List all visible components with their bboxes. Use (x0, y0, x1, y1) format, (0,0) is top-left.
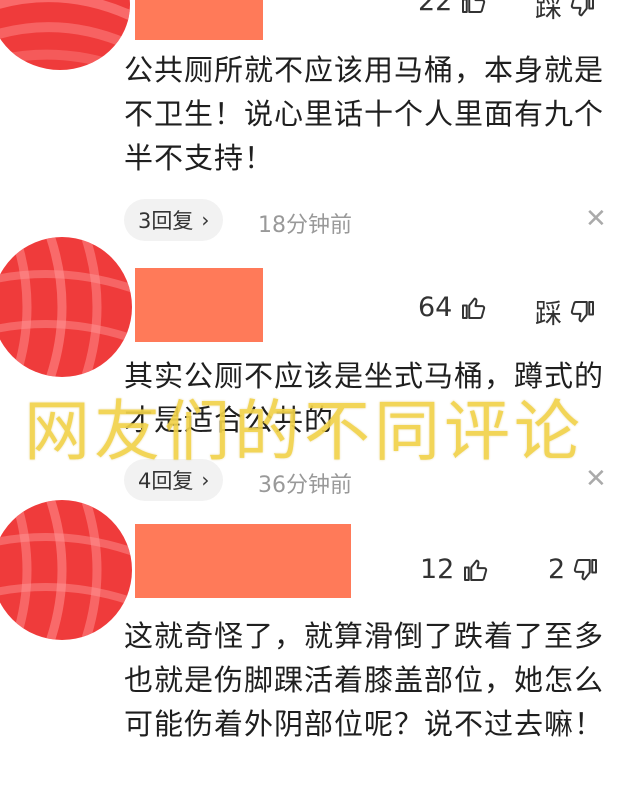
username[interactable] (135, 524, 351, 598)
like-button[interactable]: 22 (418, 0, 488, 17)
username[interactable] (135, 268, 263, 342)
chevron-right-icon: › (201, 208, 210, 232)
timestamp: 18分钟前 (258, 213, 352, 238)
thumbs-up-icon (462, 0, 486, 13)
like-count: 12 (420, 554, 455, 585)
like-count: 64 (418, 292, 453, 323)
comment-text: 公共厕所就不应该用马桶，本身就是不卫生！说心里话十个人里面有九个半不支持！ (124, 53, 605, 175)
username[interactable] (135, 0, 263, 40)
like-button[interactable]: 64 (418, 292, 488, 323)
reply-count-label: 3回复 (138, 209, 194, 233)
close-icon[interactable]: ✕ (585, 204, 607, 234)
like-count: 22 (418, 0, 453, 17)
watermark-overlay: 网友们的不同评论 (24, 393, 584, 470)
avatar[interactable] (0, 237, 132, 377)
dislike-button[interactable]: 2 (548, 554, 601, 585)
comment-text: 这就奇怪了，就算滑倒了跌着了至多也就是伤脚踝活着膝盖部位，她怎么可能伤着外阴部位… (124, 619, 605, 741)
thumbs-down-icon (570, 300, 594, 322)
thumbs-down-icon (570, 0, 594, 16)
thumbs-down-icon (574, 558, 598, 580)
dislike-label: 踩 (535, 299, 562, 330)
like-button[interactable]: 12 (420, 554, 490, 585)
thumbs-up-icon (462, 297, 486, 319)
avatar[interactable] (0, 0, 130, 70)
reply-button[interactable]: 3回复 › (124, 199, 224, 241)
thumbs-up-icon (464, 559, 488, 581)
dislike-count: 2 (548, 554, 566, 585)
dislike-button[interactable]: 踩 (535, 292, 598, 331)
avatar[interactable] (0, 500, 132, 640)
dislike-label: 踩 (535, 0, 562, 24)
dislike-button[interactable]: 踩 (535, 0, 598, 25)
